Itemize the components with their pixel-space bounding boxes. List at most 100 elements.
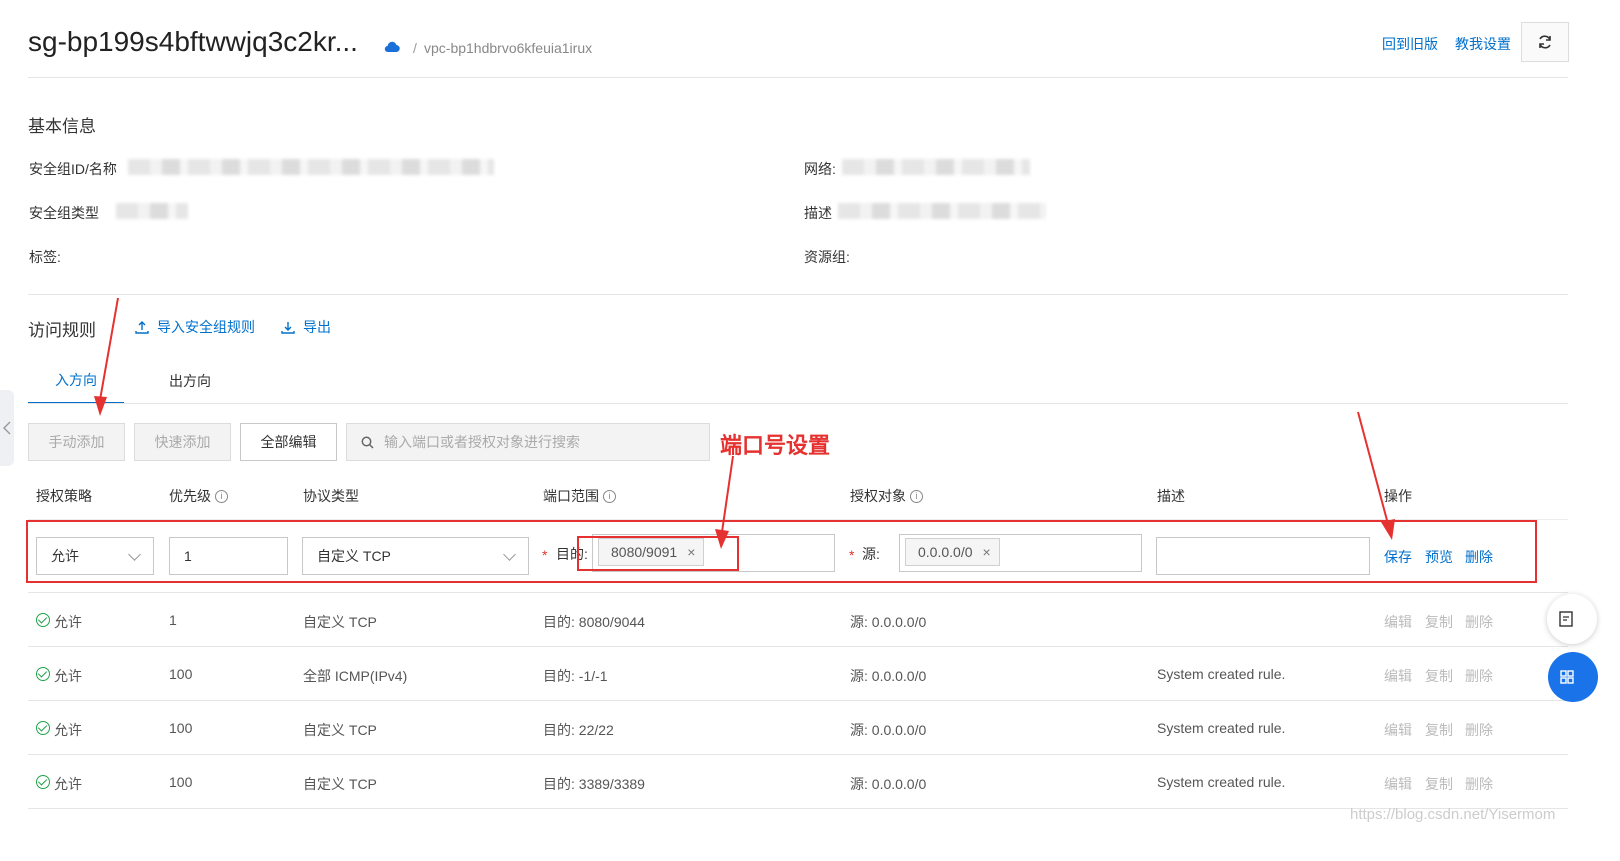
row-port: 目的: 8080/9044 xyxy=(543,614,645,630)
feedback-float-button[interactable] xyxy=(1547,594,1597,644)
row-edit-button[interactable]: 编辑 xyxy=(1384,774,1412,794)
row-delete-button[interactable]: 删除 xyxy=(1465,774,1493,794)
import-rules-label: 导入安全组规则 xyxy=(157,319,255,335)
search-icon xyxy=(361,436,374,449)
column-port-label: 端口范围 xyxy=(543,488,599,504)
column-auth: 授权对象 i xyxy=(850,486,923,506)
access-rules-heading: 访问规则 xyxy=(28,321,96,340)
network-redacted xyxy=(842,159,1030,175)
row-priority: 1 xyxy=(169,612,177,628)
row-auth: 源: 0.0.0.0/0 xyxy=(850,722,927,738)
column-priority-label: 优先级 xyxy=(169,488,211,504)
row-protocol: 自定义 TCP xyxy=(303,614,377,630)
search-box[interactable]: 输入端口或者授权对象进行搜索 xyxy=(346,423,710,461)
column-policy: 授权策略 xyxy=(36,486,92,506)
desc-redacted xyxy=(838,203,1046,219)
app-grid-float-button[interactable] xyxy=(1548,652,1598,702)
row-copy-button[interactable]: 复制 xyxy=(1425,666,1453,686)
export-label: 导出 xyxy=(303,319,331,335)
watermark: https://blog.csdn.net/Yisermom xyxy=(1350,806,1556,823)
sg-id-label: 安全组ID/名称 xyxy=(29,161,117,177)
breadcrumb-separator: / xyxy=(413,40,417,56)
row-protocol: 全部 ICMP(IPv4) xyxy=(303,668,408,684)
row-port: 目的: 22/22 xyxy=(543,722,614,738)
check-circle-icon xyxy=(36,721,50,735)
row-delete-button[interactable]: 删除 xyxy=(1465,612,1493,632)
row-port: 目的: 3389/3389 xyxy=(543,776,645,792)
row-policy: 允许 xyxy=(54,668,82,684)
manual-add-button[interactable]: 手动添加 xyxy=(28,423,125,461)
export-button[interactable]: 导出 xyxy=(281,317,331,337)
row-desc: System created rule. xyxy=(1157,720,1286,736)
teach-setup-link[interactable]: 教我设置 xyxy=(1455,34,1511,54)
back-old-version-link[interactable]: 回到旧版 xyxy=(1382,34,1438,54)
column-desc-label: 描述 xyxy=(1157,488,1185,504)
column-auth-label: 授权对象 xyxy=(850,488,906,504)
column-priority: 优先级 i xyxy=(169,486,228,506)
row-edit-button[interactable]: 编辑 xyxy=(1384,720,1412,740)
column-protocol-label: 协议类型 xyxy=(303,488,359,504)
edit-all-button[interactable]: 全部编辑 xyxy=(240,423,337,461)
chevron-left-icon xyxy=(3,421,11,435)
row-priority: 100 xyxy=(169,774,193,790)
check-circle-icon xyxy=(36,613,50,627)
refresh-icon xyxy=(1539,35,1551,49)
download-icon xyxy=(281,322,295,334)
row-desc: System created rule. xyxy=(1157,666,1286,682)
column-desc: 描述 xyxy=(1157,486,1185,506)
row-delete-button[interactable]: 删除 xyxy=(1465,666,1493,686)
resource-group-label: 资源组: xyxy=(804,249,850,265)
port-setting-annotation: 端口号设置 xyxy=(720,433,831,458)
row-auth: 源: 0.0.0.0/0 xyxy=(850,776,927,792)
row-delete-button[interactable]: 删除 xyxy=(1465,720,1493,740)
table-row: 允许 100 自定义 TCP 目的: 3389/3389 源: 0.0.0.0/… xyxy=(28,755,1568,809)
row-copy-button[interactable]: 复制 xyxy=(1425,720,1453,740)
vpc-link[interactable]: vpc-bp1hdbrvo6kfeuia1irux xyxy=(424,40,592,56)
column-protocol: 协议类型 xyxy=(303,486,359,506)
row-protocol: 自定义 TCP xyxy=(303,776,377,792)
quick-add-button[interactable]: 快速添加 xyxy=(134,423,231,461)
basic-divider xyxy=(28,294,1568,295)
tab-inbound[interactable]: 入方向 xyxy=(28,358,124,404)
row-desc: System created rule. xyxy=(1157,774,1286,790)
row-edit-button[interactable]: 编辑 xyxy=(1384,666,1412,686)
table-row: 允许 100 自定义 TCP 目的: 22/22 源: 0.0.0.0/0 Sy… xyxy=(28,701,1568,755)
refresh-button[interactable] xyxy=(1521,22,1569,62)
info-icon[interactable]: i xyxy=(603,489,616,503)
info-icon[interactable]: i xyxy=(910,489,923,503)
import-rules-button[interactable]: 导入安全组规则 xyxy=(135,317,255,337)
tabs-divider xyxy=(28,403,1568,404)
row-copy-button[interactable]: 复制 xyxy=(1425,612,1453,632)
tab-inbound-label: 入方向 xyxy=(55,372,97,388)
cloud-icon xyxy=(384,40,400,58)
sidebar-collapse-handle[interactable] xyxy=(0,390,14,466)
sg-type-label: 安全组类型 xyxy=(29,205,99,221)
search-placeholder: 输入端口或者授权对象进行搜索 xyxy=(384,434,580,450)
annotation-port-box xyxy=(577,536,739,571)
row-policy: 允许 xyxy=(54,722,82,738)
row-edit-button[interactable]: 编辑 xyxy=(1384,612,1412,632)
basic-info-heading: 基本信息 xyxy=(28,117,96,136)
header-divider xyxy=(28,77,1568,78)
column-port: 端口范围 i xyxy=(543,486,616,506)
check-circle-icon xyxy=(36,667,50,681)
sg-type-redacted xyxy=(116,203,188,219)
upload-icon xyxy=(135,321,149,334)
sg-id-redacted xyxy=(128,159,494,175)
row-copy-button[interactable]: 复制 xyxy=(1425,774,1453,794)
row-priority: 100 xyxy=(169,720,193,736)
row-protocol: 自定义 TCP xyxy=(303,722,377,738)
tab-outbound[interactable]: 出方向 xyxy=(142,358,238,404)
check-circle-icon xyxy=(36,775,50,789)
row-auth: 源: 0.0.0.0/0 xyxy=(850,668,927,684)
info-icon[interactable]: i xyxy=(215,489,228,503)
row-auth: 源: 0.0.0.0/0 xyxy=(850,614,927,630)
table-row: 允许 100 全部 ICMP(IPv4) 目的: -1/-1 源: 0.0.0.… xyxy=(28,647,1568,701)
column-ops: 操作 xyxy=(1384,486,1412,506)
feedback-icon xyxy=(1559,611,1573,627)
annotation-arrow-save xyxy=(1357,411,1389,525)
page-title: sg-bp199s4bftwwjq3c2kr... xyxy=(28,26,358,57)
network-label: 网络: xyxy=(804,161,836,177)
grid-icon xyxy=(1560,670,1574,684)
row-priority: 100 xyxy=(169,666,193,682)
